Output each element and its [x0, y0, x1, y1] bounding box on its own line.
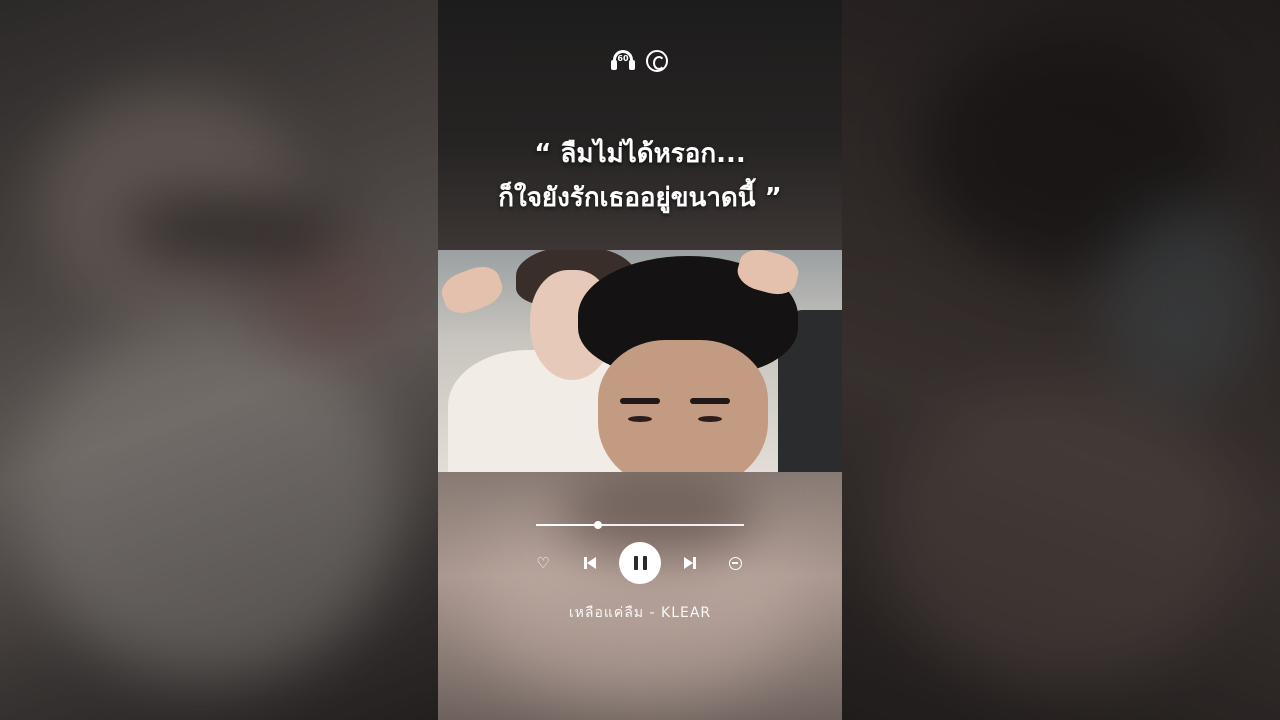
cover-photo: [438, 250, 842, 472]
minus-circle-icon[interactable]: [726, 542, 744, 584]
skip-previous-icon[interactable]: [580, 542, 600, 584]
blurred-background-left: [0, 0, 438, 720]
lyric-line-2: ก็ใจยังรักเธออยู่ขนาดนี้ ”: [498, 183, 782, 213]
lyric-line-1: “ ลืมไม่ได้หรอก...: [534, 139, 746, 169]
heart-icon[interactable]: ♡: [534, 542, 552, 584]
player-controls: ♡: [438, 542, 842, 584]
headphones-logo-icon: 60: [610, 48, 636, 74]
blurred-background-right: [842, 0, 1280, 720]
progress-fill: [536, 524, 599, 526]
song-title-artist: เหลือแค่ลืม - KLEAR: [568, 605, 712, 621]
pause-icon: [633, 556, 647, 570]
lyric-quote: “ ลืมไม่ได้หรอก... ก็ใจยังรักเธออยู่ขนาด…: [438, 132, 842, 220]
play-pause-button[interactable]: [619, 542, 661, 584]
video-frame: 60 “ ลืมไม่ได้หรอก... ก็ใจยังรักเธออยู่ข…: [438, 0, 842, 720]
progress-bar[interactable]: [536, 521, 744, 529]
label-logo-icon: [646, 50, 668, 72]
channel-logos: 60: [610, 48, 668, 74]
skip-next-icon[interactable]: [680, 542, 700, 584]
